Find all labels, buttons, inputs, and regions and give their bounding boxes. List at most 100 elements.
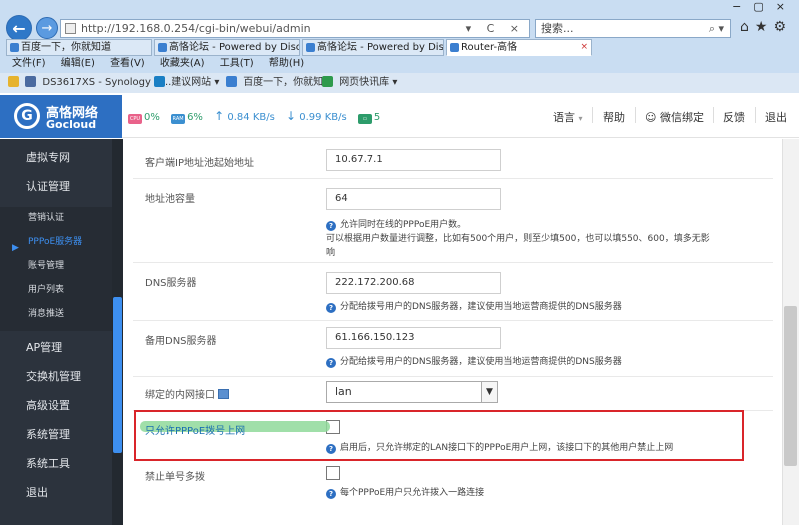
baidu-icon (10, 43, 19, 52)
monitor-icon: ▭ (357, 114, 372, 124)
address-text: http://192.168.0.254/cgi-bin/webui/admin (81, 22, 311, 35)
lan-select[interactable]: lan ▼ (326, 381, 498, 403)
wechat-icon: ☺ (645, 111, 657, 124)
sidebar-item-vpn[interactable]: 虚拟专网 (0, 143, 112, 172)
menu-view[interactable]: 查看(V) (110, 58, 145, 69)
no-multi-hint: ? 每个PPPoE用户只允许拨入一路连接 (326, 485, 484, 499)
sidebar-sub-accounts[interactable]: 账号管理 (0, 255, 112, 278)
pool-size-label: 地址池容量 (145, 194, 195, 205)
sidebar-scroll-thumb[interactable] (113, 297, 122, 453)
ip-start-label: 客户端IP地址池起始地址 (145, 158, 254, 169)
page-info-icon[interactable] (218, 389, 229, 399)
search-icon[interactable]: ⌕ ▾ (709, 20, 724, 37)
app-header: G 高恪网络 Gocloud CPU 0% RAM 6% ↑ 0.84 KB/s ↓… (0, 95, 799, 138)
row-dns2: 备用DNS服务器 61.166.150.123 ? 分配给拨号用户的DNS服务器，… (133, 321, 773, 377)
sidebar-sub-userlist[interactable]: 用户列表 (0, 279, 112, 302)
divider (592, 107, 593, 123)
dns-hint: ? 分配给拨号用户的DNS服务器，建议使用当地运营商提供的DNS服务器 (326, 299, 622, 313)
webslice-icon (322, 76, 333, 87)
help-icon: ? (326, 221, 336, 231)
address-bar[interactable]: http://192.168.0.254/cgi-bin/webui/admin… (60, 19, 530, 38)
help-icon: ? (326, 303, 336, 313)
main-scroll-thumb[interactable] (784, 306, 797, 466)
router-icon (450, 43, 459, 52)
help-icon: ? (326, 489, 336, 499)
tab-forum-2[interactable]: 高恪论坛 - Powered by Disc... (302, 39, 444, 56)
menu-edit[interactable]: 编辑(E) (61, 58, 95, 69)
fav-baidu[interactable]: 百度一下，你就知道 (226, 73, 333, 93)
sidebar-item-switch[interactable]: 交换机管理 (0, 362, 112, 391)
download-stat: ↓ 0.99 KB/s (286, 109, 347, 123)
menu-bar: 文件(F) 编辑(E) 查看(V) 收藏夹(A) 工具(T) 帮助(H) (0, 57, 799, 71)
menu-tools[interactable]: 工具(T) (220, 58, 254, 69)
sidebar-item-auth[interactable]: 认证管理 (0, 172, 112, 201)
tab-router[interactable]: Router-高恪 × (446, 39, 592, 56)
ram-icon: RAM (171, 114, 186, 124)
forum-icon (306, 43, 315, 52)
menu-file[interactable]: 文件(F) (12, 58, 46, 69)
sidebar-sub-push[interactable]: 消息推送 (0, 303, 112, 326)
window-controls[interactable]: −▢× (732, 0, 797, 13)
sidebar-item-tools[interactable]: 系统工具 (0, 449, 112, 478)
gocloud-logo[interactable]: G 高恪网络 Gocloud (0, 95, 122, 138)
upload-arrow-icon: ↑ (214, 109, 225, 123)
language-menu[interactable]: 语言 ▾ (553, 109, 583, 125)
help-icon: ? (326, 358, 336, 368)
download-arrow-icon: ↓ (286, 109, 297, 123)
pool-size-hint: ? 允许同时在线的PPPoE用户数。 (326, 217, 466, 231)
row-pool-size: 地址池容量 64 ? 允许同时在线的PPPoE用户数。 可以根据用户数量进行调整，… (133, 179, 773, 263)
sidebar-item-exit[interactable]: 退出 (0, 478, 112, 507)
sidebar-item-system[interactable]: 系统管理 (0, 420, 112, 449)
sidebar: 虚拟专网 认证管理 营销认证 ▶ PPPoE服务器 账号管理 用户列表 消息推送… (0, 139, 123, 525)
row-ip-start: 客户端IP地址池起始地址 10.67.7.1 (133, 139, 773, 179)
no-multi-checkbox[interactable] (326, 466, 340, 480)
dns-label: DNS服务器 (145, 278, 197, 289)
logout-link[interactable]: 退出 (765, 109, 787, 125)
forward-button[interactable]: → (36, 17, 58, 39)
upload-stat: ↑ 0.84 KB/s (214, 109, 275, 123)
sidebar-item-advanced[interactable]: 高级设置 (0, 391, 112, 420)
only-pppoe-label: 只允许PPPoE拨号上网 (145, 426, 246, 437)
dns2-hint: ? 分配给拨号用户的DNS服务器，建议使用当地运营商提供的DNS服务器 (326, 354, 622, 368)
divider (635, 107, 636, 123)
ram-stat: RAM 6% (171, 112, 203, 124)
chevron-down-icon: ▾ (578, 114, 583, 123)
page-favicon-icon (65, 23, 76, 34)
sidebar-item-ap[interactable]: AP管理 (0, 333, 112, 362)
dns2-input[interactable]: 61.166.150.123 (326, 327, 501, 349)
no-multi-label: 禁止单号多拨 (145, 472, 205, 483)
fav-synology[interactable]: DS3617XS - Synology D... (8, 73, 171, 93)
feedback-link[interactable]: 反馈 (723, 109, 745, 125)
help-link[interactable]: 帮助 (603, 109, 625, 125)
search-input[interactable]: 搜索... ⌕ ▾ (535, 19, 731, 38)
chevron-down-icon: ▼ (481, 382, 497, 402)
pool-size-hint-2: 可以根据用户数量进行调整，比如有500个用户，则至少填500，也可以填550、6… (326, 234, 710, 244)
tab-forum-1[interactable]: 高恪论坛 - Powered by Disc... (154, 39, 300, 56)
tab-strip: 百度一下，你就知道 高恪论坛 - Powered by Disc... 高恪论坛… (0, 39, 799, 56)
fav-suggested[interactable]: 建议网站 ▾ (154, 73, 219, 93)
ie-toolbar-icons[interactable]: ⌂★⚙ (740, 19, 792, 35)
pool-size-hint-3: 响 (326, 248, 336, 258)
cpu-icon: CPU (128, 114, 142, 124)
back-button[interactable]: ← (6, 15, 32, 41)
sidebar-sub-marketing[interactable]: 营销认证 (0, 207, 112, 230)
sidebar-sub-pppoe[interactable]: ▶ PPPoE服务器 (0, 231, 112, 254)
status-bar: CPU 0% RAM 6% ↑ 0.84 KB/s ↓ 0.99 KB/s ▭ 5 (128, 109, 388, 124)
star-icon (8, 76, 19, 87)
menu-help[interactable]: 帮助(H) (269, 58, 304, 69)
wechat-bind-link[interactable]: ☺ 微信绑定 (645, 109, 704, 125)
ip-start-input[interactable]: 10.67.7.1 (326, 149, 501, 171)
dns-input[interactable]: 222.172.200.68 (326, 272, 501, 294)
cpu-stat: CPU 0% (128, 112, 160, 124)
divider (755, 107, 756, 123)
tab-baidu[interactable]: 百度一下，你就知道 (6, 39, 152, 56)
row-no-multi: 禁止单号多拨 ? 每个PPPoE用户只允许拨入一路连接 (133, 461, 773, 513)
close-tab-icon[interactable]: × (580, 40, 588, 55)
row-lan: 绑定的内网接口 lan ▼ (133, 377, 773, 411)
pool-size-input[interactable]: 64 (326, 188, 501, 210)
bing-icon (154, 76, 165, 87)
fav-webslice[interactable]: 网页快讯库 ▾ (322, 73, 397, 93)
main-content: 客户端IP地址池起始地址 10.67.7.1 地址池容量 64 ? 允许同时在线的… (123, 139, 799, 525)
menu-favorites[interactable]: 收藏夹(A) (160, 58, 205, 69)
address-tools-icon[interactable]: ▾ C × (466, 20, 525, 37)
